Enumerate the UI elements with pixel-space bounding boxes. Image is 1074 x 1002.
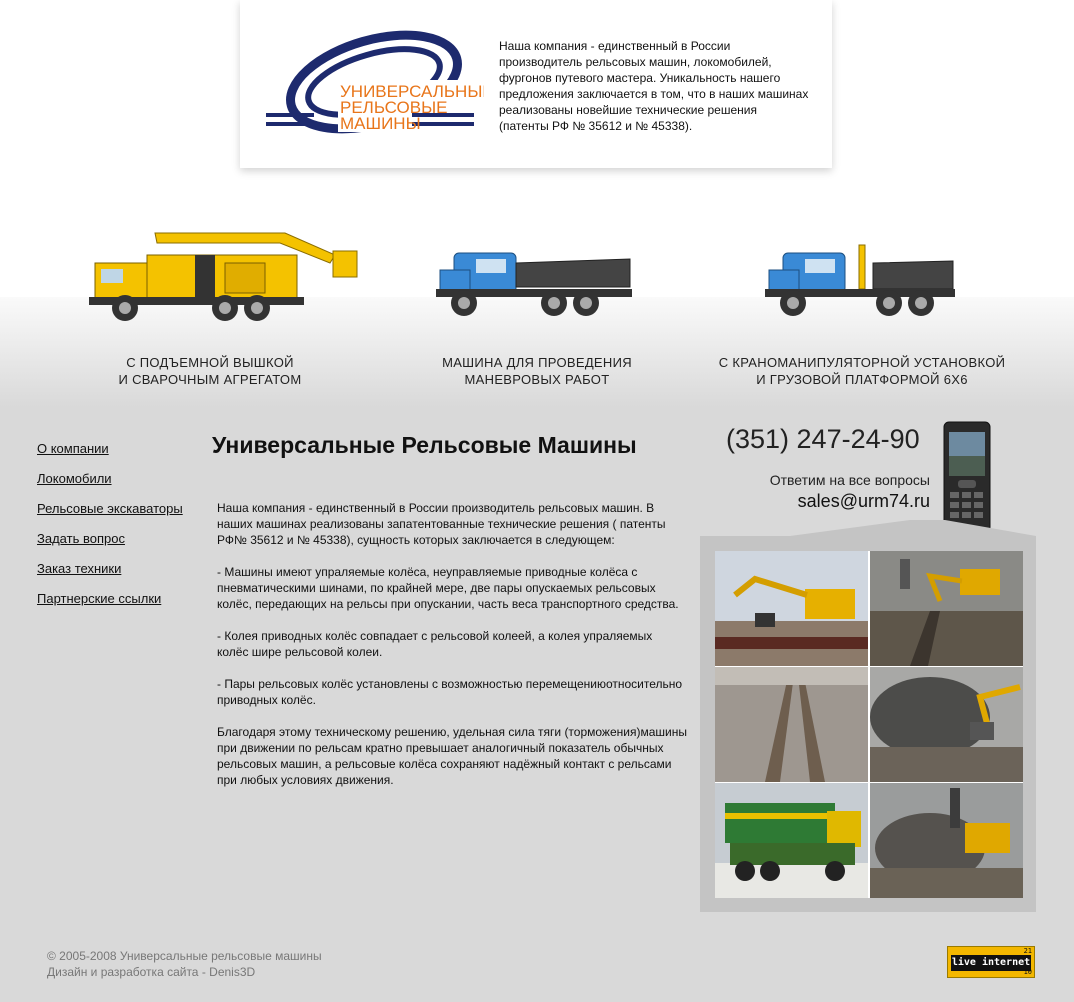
blue-flatbed-truck-icon — [436, 252, 632, 316]
vehicle-crane[interactable] — [713, 215, 1013, 325]
vehicle-caption-maneuver[interactable]: Машина для проведения маневровых работ — [367, 354, 707, 388]
photo-grid — [715, 551, 1023, 898]
nav-rail-excavators[interactable]: Рельсовые экскаваторы — [37, 501, 183, 517]
logo-line3: МАШИНЫ — [340, 114, 421, 133]
header-card: УНИВЕРСАЛЬНЫЕ РЕЛЬСОВЫЕ МАШИНЫ Наша комп… — [240, 0, 832, 168]
left-nav: О компании Локомобили Рельсовые экскават… — [37, 441, 183, 621]
contact-phone: (351) 247-24-90 — [726, 424, 920, 454]
main-paragraph: - Пары рельсовых колёс установлены с воз… — [217, 677, 683, 707]
photo-panel-top — [700, 520, 1036, 536]
excavator-on-track-photo[interactable] — [870, 551, 1023, 666]
main-paragraph: Благодаря этому техническому решению, уд… — [217, 725, 687, 787]
main-body: Наша компания - единственный в России пр… — [217, 500, 687, 804]
vehicle-maneuver[interactable] — [384, 215, 684, 325]
nav-locomobiles[interactable]: Локомобили — [37, 471, 183, 487]
vehicle-caption-crane[interactable]: С краноманипуляторной установкой и грузо… — [692, 354, 1032, 388]
footer: © 2005-2008 Универсальные рельсовые маши… — [47, 948, 322, 980]
nav-ask-question[interactable]: Задать вопрос — [37, 531, 183, 547]
footer-design-credit[interactable]: Дизайн и разработка сайта - Denis3D — [47, 964, 322, 980]
liveinternet-counter[interactable]: 21 live internet 10 — [947, 946, 1035, 978]
nav-partner-links[interactable]: Партнерские ссылки — [37, 591, 183, 607]
counter-label: live internet — [951, 955, 1031, 971]
vehicle-caption-aerial-lift[interactable]: С подъемной вышкой и сварочным агрегатом — [40, 354, 380, 388]
main-paragraph: - Машины имеют упраляемые колёса, неупра… — [217, 565, 679, 611]
contact-answer-text: Ответим на все вопросы — [769, 472, 930, 488]
yellow-aerial-truck-icon — [89, 232, 358, 321]
main-paragraph: Наша компания - единственный в России пр… — [217, 501, 666, 547]
main-paragraph: - Колея приводных колёс совпадает с рель… — [217, 629, 653, 659]
railway-track-photo[interactable] — [715, 667, 868, 782]
vehicle-aerial-lift[interactable] — [75, 215, 375, 325]
page-title: Универсальные Рельсовые Машины — [212, 432, 637, 458]
green-rail-truck-photo[interactable] — [715, 783, 868, 898]
counter-number-bottom: 10 — [1023, 968, 1032, 976]
footer-copyright: © 2005-2008 Универсальные рельсовые маши… — [47, 949, 322, 963]
blue-crane-truck-icon — [765, 244, 955, 316]
company-logo[interactable]: УНИВЕРСАЛЬНЫЕ РЕЛЬСОВЫЕ МАШИНЫ — [264, 30, 484, 140]
nav-about[interactable]: О компании — [37, 441, 183, 457]
nav-order-equipment[interactable]: Заказ техники — [37, 561, 183, 577]
contact-email[interactable]: sales@urm74.ru — [798, 491, 930, 512]
header-intro-text: Наша компания - единственный в России пр… — [499, 39, 809, 133]
excavator-smoke-photo[interactable] — [870, 783, 1023, 898]
excavator-bucket-smoke-photo[interactable] — [870, 667, 1023, 782]
mobile-phone-icon — [943, 421, 991, 533]
excavator-on-platform-photo[interactable] — [715, 551, 868, 666]
counter-number-top: 21 — [1023, 947, 1032, 955]
